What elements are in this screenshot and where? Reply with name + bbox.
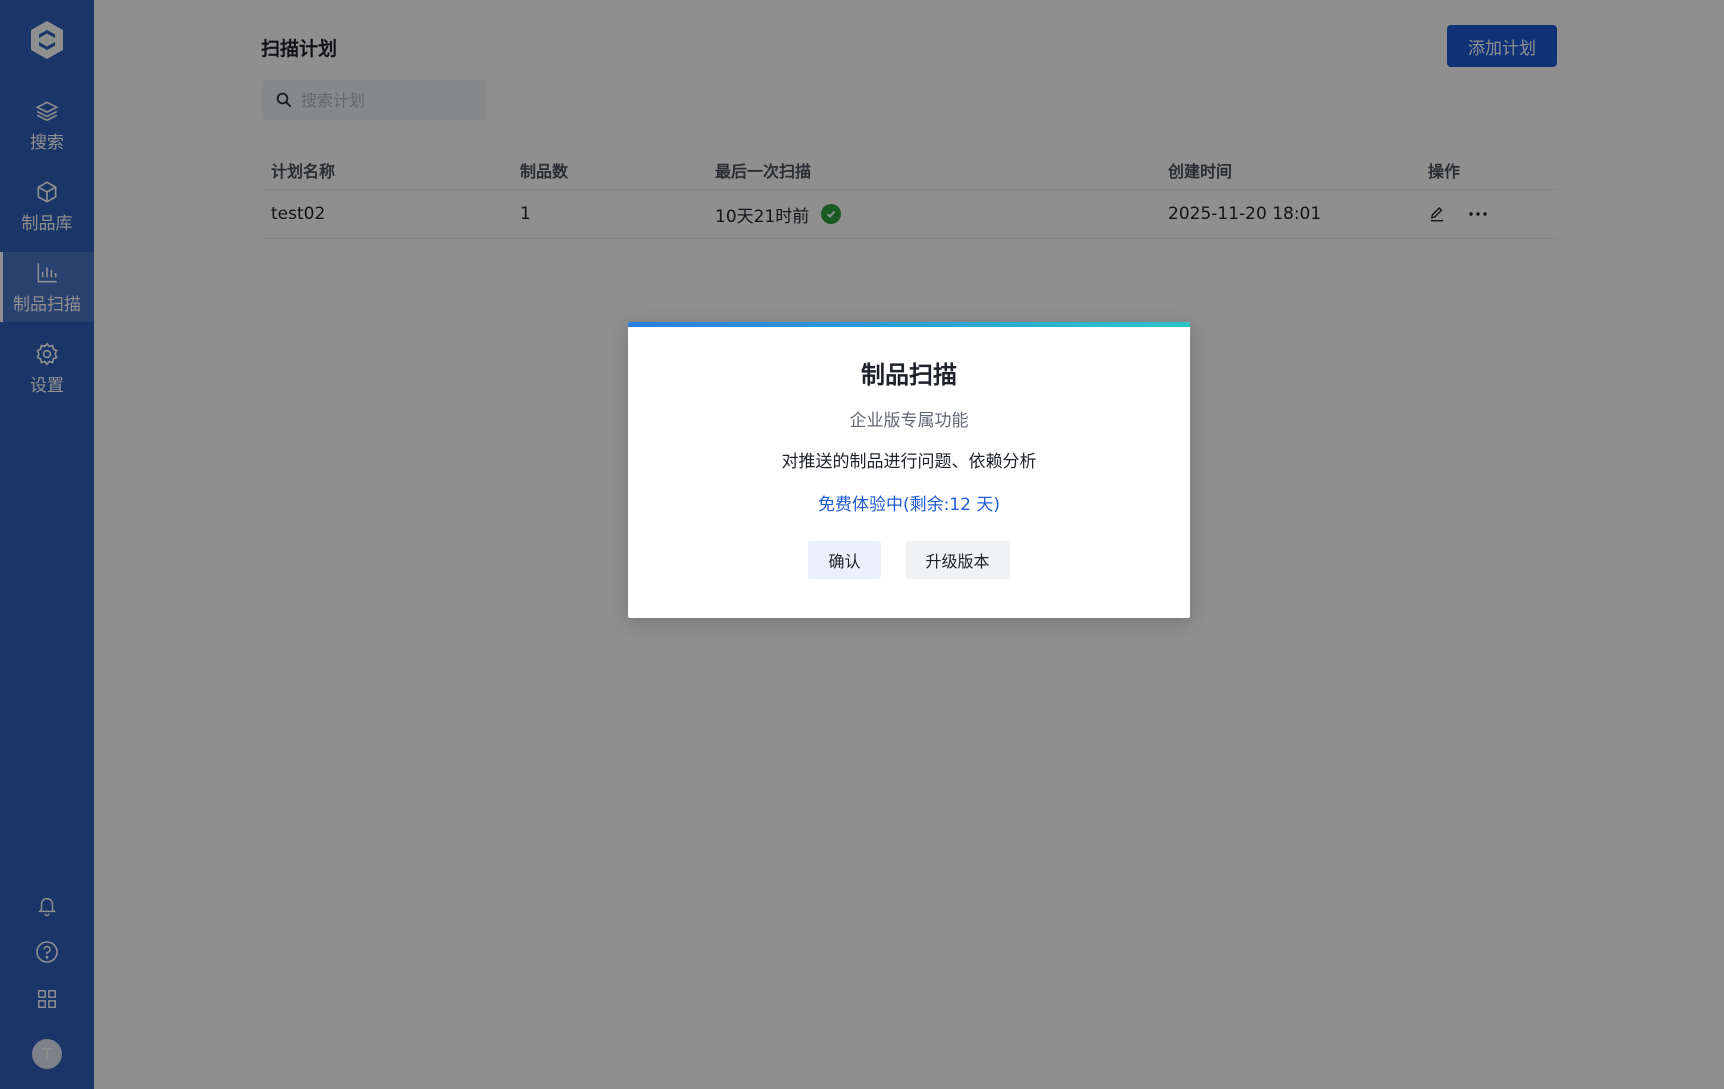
modal-accent-bar [628,322,1190,327]
enterprise-feature-modal: 制品扫描 企业版专属功能 对推送的制品进行问题、依赖分析 免费体验中(剩余:12… [628,322,1190,618]
upgrade-button[interactable]: 升级版本 [905,541,1010,579]
modal-description: 对推送的制品进行问题、依赖分析 [781,452,1037,472]
modal-title: 制品扫描 [861,361,957,389]
modal-subtitle: 企业版专属功能 [849,411,969,431]
trial-status: 免费体验中(剩余:12 天) [817,495,1001,515]
modal-actions: 确认 升级版本 [628,541,1190,579]
confirm-button[interactable]: 确认 [808,541,881,579]
